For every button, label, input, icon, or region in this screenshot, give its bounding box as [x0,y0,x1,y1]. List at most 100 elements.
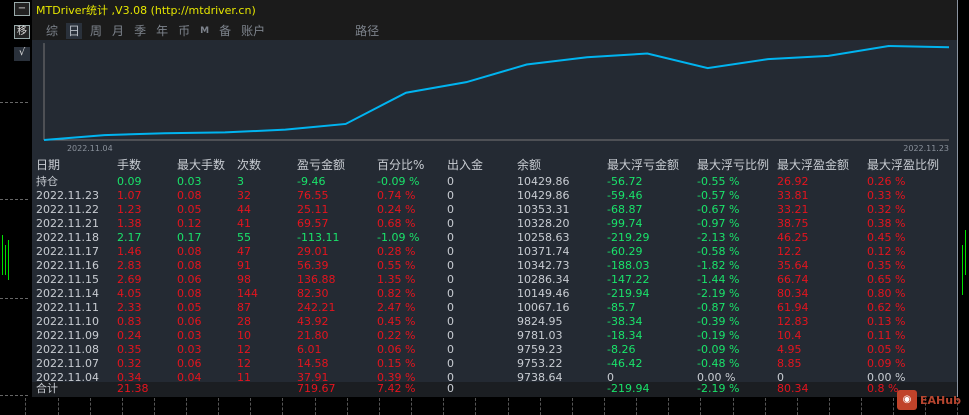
cell-deposit: 0 [447,189,454,202]
cell-deposit: 0 [447,329,454,342]
cell-max-float-profit: 33.81 [777,189,809,202]
table-row: 持仓 0.09 0.03 3 -9.46 -0.09 % 0 10429.86 -56.72 -0… [32,175,957,189]
tab-4[interactable]: 季 [132,23,148,39]
chart-grid-line [218,398,219,415]
chart-grid-line [90,398,91,415]
tab-6[interactable]: 币 [176,23,192,39]
chart-grid-line [572,398,573,415]
price-bar [2,235,3,275]
cell-pnl: 136.88 [297,273,336,286]
cell-balance: 10429.86 [517,175,570,188]
table-total-row: 合计 21.38 719.67 7.42 % 0 -219.94 -2.19 % 80.34 0… [32,382,957,397]
cell-max-float-profit-pct: 0.13 % [867,315,906,328]
cell-percent: 7.42 % [377,382,416,395]
cell-pnl: 43.92 [297,315,329,328]
tab-3[interactable]: 月 [110,23,126,39]
minimize-button[interactable]: − [14,2,30,16]
cell-balance: 9781.03 [517,329,563,342]
cell-max-float-profit-pct: 0.62 % [867,301,906,314]
table-header: 日期 手数 最大手数 次数 盈亏金额 百分比% 出入金 余额 最大浮亏金额 最大浮亏比例 最大浮盈金… [32,158,957,172]
cell-max-float-loss: -59.46 [607,189,643,202]
cell-deposit: 0 [447,287,454,300]
cell-count: 47 [237,245,251,258]
cell-deposit: 0 [447,217,454,230]
cell-max-float-loss: -219.29 [607,231,650,244]
cell-percent: 0.28 % [377,245,416,258]
table-row: 2022.11.07 0.32 0.06 12 14.58 0.15 % 0 9753.22 -… [32,357,957,371]
cell-max-float-profit-pct: 0.26 % [867,175,906,188]
chart-grid-line [25,398,26,415]
window-title: MTDriver统计 ,V3.08 (http://mtdriver.cn) [36,4,256,17]
logo-icon: ◉ [897,390,917,410]
cell-max-lots: 0.05 [177,203,202,216]
tab-5[interactable]: 年 [154,23,170,39]
tab-9[interactable]: 账户 [239,23,267,39]
chart-grid-line [733,398,734,415]
cell-lots: 1.38 [117,217,142,230]
table-row: 2022.11.16 2.83 0.08 91 56.39 0.55 % 0 10342.73… [32,259,957,273]
cell-max-float-loss-pct: -2.19 % [697,287,740,300]
cell-count: 3 [237,175,244,188]
cell-balance: 10328.20 [517,217,570,230]
cell-percent: -1.09 % [377,231,420,244]
table-row: 2022.11.11 2.33 0.05 87 242.21 2.47 % 0 10067.1… [32,301,957,315]
cell-deposit: 0 [447,203,454,216]
chart-grid-line [861,398,862,415]
cell-balance: 10286.34 [517,273,570,286]
cell-max-float-profit-pct: 0.35 % [867,259,906,272]
cell-deposit: 0 [447,315,454,328]
tab-7[interactable]: M [198,23,211,39]
table-row: 2022.11.22 1.23 0.05 44 25.11 0.24 % 0 10353.31… [32,203,957,217]
cell-max-float-loss-pct: -0.19 % [697,329,740,342]
cell-max-float-profit-pct: 0.65 % [867,273,906,286]
title-bar: MTDriver统计 ,V3.08 (http://mtdriver.cn) 综… [32,0,957,40]
cell-percent: 0.24 % [377,203,416,216]
cell-max-float-profit: 80.34 [777,382,809,395]
x-start-label: 2022.11.04 [67,144,113,152]
check-button[interactable]: √ [14,47,30,61]
cell-max-float-loss-pct: -2.19 % [697,382,740,395]
cell-percent: 0.68 % [377,217,416,230]
price-bar [8,240,9,280]
cell-count: 32 [237,189,251,202]
table-row: 2022.11.23 1.07 0.08 32 76.55 0.74 % 0 10429.86… [32,189,957,203]
tab-8[interactable]: 备 [217,23,233,39]
cell-date: 2022.11.15 [36,273,99,286]
tab-10[interactable]: 路径 [353,23,381,39]
cell-count: 44 [237,203,251,216]
cell-max-float-profit-pct: 0.45 % [867,231,906,244]
watermark-text: EAHub [920,393,961,407]
tab-0[interactable]: 综 [44,23,60,39]
cell-balance: 10149.46 [517,287,570,300]
chart-grid-line [765,398,766,415]
cell-lots: 1.46 [117,245,142,258]
cell-max-float-loss-pct: -0.39 % [697,315,740,328]
cell-lots: 0.35 [117,343,142,356]
cell-lots: 2.83 [117,259,142,272]
chart-grid-line [508,398,509,415]
cell-max-float-profit: 10.4 [777,329,802,342]
cell-count: 98 [237,273,251,286]
cell-balance: 10067.16 [517,301,570,314]
header-lots: 手数 [117,158,142,172]
cell-pnl: 76.55 [297,189,329,202]
cell-count: 12 [237,343,251,356]
cell-percent: 2.47 % [377,301,416,314]
cell-date: 2022.11.22 [36,203,99,216]
cell-max-lots: 0.06 [177,273,202,286]
cell-percent: 0.82 % [377,287,416,300]
chart-grid-line [893,398,894,415]
cell-max-lots: 0.03 [177,329,202,342]
cell-deposit: 0 [447,175,454,188]
cell-date: 合计 [36,382,58,395]
cell-max-float-profit-pct: 0.09 % [867,357,906,370]
tab-1[interactable]: 日 [66,23,83,39]
cell-lots: 1.07 [117,189,142,202]
move-button[interactable]: 移 [14,25,30,39]
chart-grid-line [58,398,59,415]
cell-lots: 2.69 [117,273,142,286]
balance-chart: 2022.11.04 2022.11.23 [43,43,950,152]
cell-max-float-loss: -8.26 [607,343,636,356]
chart-grid-line [0,199,28,200]
tab-2[interactable]: 周 [88,23,104,39]
